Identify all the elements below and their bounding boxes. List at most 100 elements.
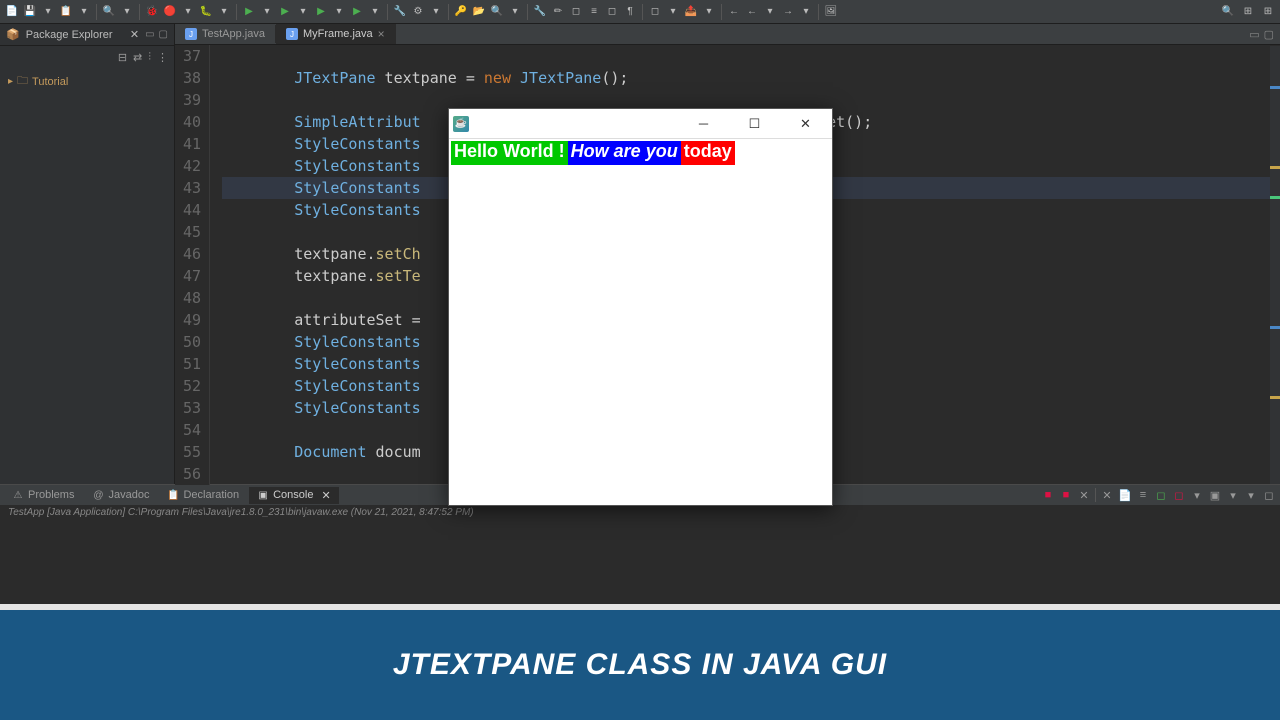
tree-item-tutorial[interactable]: ▸ 🗀 Tutorial xyxy=(8,72,166,91)
toolbar-icon[interactable]: ≡ xyxy=(586,4,602,20)
ruler-mark[interactable] xyxy=(1270,396,1280,399)
toolbar-icon[interactable]: 🐛 xyxy=(198,4,214,20)
console-toolbar-icon[interactable]: ✕ xyxy=(1077,488,1091,502)
toolbar-icon[interactable]: ▾ xyxy=(762,4,778,20)
toolbar-icon[interactable]: 🔍 xyxy=(101,4,117,20)
toolbar-icon[interactable]: ▾ xyxy=(665,4,681,20)
java-app-window[interactable]: ☕ ─ ☐ ✕ Hello World !How are youtoday xyxy=(448,108,833,506)
console-toolbar-icon[interactable]: ✕ xyxy=(1100,488,1114,502)
link-editor-icon[interactable]: ⇄ xyxy=(133,51,142,64)
toolbar-icon[interactable]: ▾ xyxy=(701,4,717,20)
toolbar-icon[interactable]: ◻ xyxy=(647,4,663,20)
toolbar-icon[interactable]: 📋 xyxy=(58,4,74,20)
declaration-icon: 📋 xyxy=(167,489,179,501)
java-file-icon: J xyxy=(286,28,298,40)
toolbar-icon[interactable]: ▶ xyxy=(349,4,365,20)
toolbar-icon[interactable]: ← xyxy=(744,4,760,20)
ruler-mark[interactable] xyxy=(1270,196,1280,199)
code-line[interactable] xyxy=(222,45,1280,67)
toolbar-icon[interactable]: ⚙ xyxy=(410,4,426,20)
toolbar-icon[interactable]: 📂 xyxy=(471,4,487,20)
toolbar-icon[interactable]: 💾 xyxy=(22,4,38,20)
toolbar-icon[interactable]: ▾ xyxy=(367,4,383,20)
toolbar-icon[interactable]: ▾ xyxy=(76,4,92,20)
sidebar-close-icon[interactable]: ✕ xyxy=(130,28,139,41)
toolbar-icon[interactable]: ▾ xyxy=(428,4,444,20)
toolbar-icon[interactable]: 🔍 xyxy=(489,4,505,20)
bottom-tab-label: Problems xyxy=(28,489,74,501)
editor-tab[interactable]: JTestApp.java xyxy=(175,25,276,43)
toolbar-icon[interactable]: ◻ xyxy=(568,4,584,20)
toolbar-icon[interactable]: ▶ xyxy=(241,4,257,20)
toolbar-icon[interactable]: 🖼 xyxy=(823,4,839,20)
toolbar-right-icon[interactable]: ⊞ xyxy=(1240,4,1256,20)
toolbar-icon[interactable]: ▾ xyxy=(259,4,275,20)
toolbar-icon[interactable]: ¶ xyxy=(622,4,638,20)
toolbar-icon[interactable]: 📤 xyxy=(683,4,699,20)
toolbar-right-icon[interactable]: 🔍 xyxy=(1220,4,1236,20)
editor-menu-icon[interactable]: ▢ xyxy=(1264,28,1274,41)
package-icon: 📦 xyxy=(6,28,20,41)
maximize-button[interactable]: ☐ xyxy=(732,110,777,138)
console-toolbar-icon[interactable]: ◻ xyxy=(1172,488,1186,502)
ruler-mark[interactable] xyxy=(1270,326,1280,329)
sidebar-min-icon[interactable]: ▢ xyxy=(159,29,168,40)
toolbar-icon[interactable]: ▾ xyxy=(331,4,347,20)
console-icon: ▣ xyxy=(257,489,269,501)
toolbar-icon[interactable]: ▾ xyxy=(295,4,311,20)
close-button[interactable]: ✕ xyxy=(783,110,828,138)
console-toolbar-icon[interactable]: ▾ xyxy=(1190,488,1204,502)
console-toolbar-icon[interactable]: ▾ xyxy=(1226,488,1240,502)
ruler-mark[interactable] xyxy=(1270,86,1280,89)
toolbar-icon[interactable]: 🐞 xyxy=(144,4,160,20)
editor-tab[interactable]: JMyFrame.java× xyxy=(276,24,396,44)
maximize-editor-icon[interactable]: ▭ xyxy=(1249,28,1259,41)
toolbar-icon[interactable]: 📄 xyxy=(4,4,20,20)
toolbar-icon[interactable]: 🔴 xyxy=(162,4,178,20)
toolbar-icon[interactable]: ◻ xyxy=(604,4,620,20)
console-output[interactable] xyxy=(0,521,1280,604)
console-toolbar-icon[interactable]: ≡ xyxy=(1136,488,1150,502)
toolbar-icon[interactable]: ▾ xyxy=(216,4,232,20)
toolbar-icon[interactable]: 🔧 xyxy=(392,4,408,20)
view-menu-icon[interactable]: ⋮ xyxy=(157,51,168,64)
bottom-tab-console[interactable]: ▣Console✕ xyxy=(249,487,339,504)
app-titlebar[interactable]: ☕ ─ ☐ ✕ xyxy=(449,109,832,139)
toolbar-icon[interactable]: ▾ xyxy=(180,4,196,20)
console-toolbar-icon[interactable]: ■ xyxy=(1041,488,1055,502)
filter-icon[interactable]: ⫶ xyxy=(148,51,151,64)
code-line[interactable]: JTextPane textpane = new JTextPane(); xyxy=(222,67,1280,89)
toolbar-icon[interactable]: ▾ xyxy=(798,4,814,20)
toolbar-right-icon[interactable]: ⊞ xyxy=(1260,4,1276,20)
console-toolbar-icon[interactable]: ▣ xyxy=(1208,488,1222,502)
toolbar-icon[interactable]: ▾ xyxy=(507,4,523,20)
btab-close-icon[interactable]: ✕ xyxy=(321,489,330,502)
expand-icon[interactable]: ▸ xyxy=(8,76,13,87)
toolbar-icon[interactable]: 🔑 xyxy=(453,4,469,20)
toolbar-icon[interactable]: ← xyxy=(726,4,742,20)
bottom-tab-declaration[interactable]: 📋 Declaration xyxy=(159,487,247,503)
toolbar-icon[interactable]: ▾ xyxy=(40,4,56,20)
console-toolbar-icon[interactable]: ■ xyxy=(1059,488,1073,502)
toolbar-icon[interactable]: 🔧 xyxy=(532,4,548,20)
toolbar-icon[interactable]: → xyxy=(780,4,796,20)
console-toolbar-icon[interactable]: ▾ xyxy=(1244,488,1258,502)
project-tree[interactable]: ▸ 🗀 Tutorial xyxy=(0,68,174,95)
toolbar-icon[interactable]: ▾ xyxy=(119,4,135,20)
console-toolbar-icon[interactable]: ◻ xyxy=(1154,488,1168,502)
bottom-tab-javadoc[interactable]: @Javadoc xyxy=(84,487,157,503)
ruler-mark[interactable] xyxy=(1270,166,1280,169)
console-toolbar-icon[interactable]: ◻ xyxy=(1262,488,1276,502)
toolbar-icon[interactable]: ▶ xyxy=(277,4,293,20)
bottom-tab-problems[interactable]: ⚠Problems xyxy=(4,487,82,503)
toolbar-icon[interactable]: ✏ xyxy=(550,4,566,20)
jtextpane-content[interactable]: Hello World !How are youtoday xyxy=(451,141,830,165)
tab-close-icon[interactable]: × xyxy=(378,27,385,41)
collapse-all-icon[interactable]: ⊟ xyxy=(118,51,127,64)
toolbar-icon[interactable]: ▶ xyxy=(313,4,329,20)
sidebar-minimize-icon[interactable]: ▭ xyxy=(145,29,154,40)
minimize-button[interactable]: ─ xyxy=(681,110,726,138)
overview-ruler[interactable] xyxy=(1270,46,1280,484)
bottom-tab-label: Declaration xyxy=(183,489,239,501)
console-toolbar-icon[interactable]: 📄 xyxy=(1118,488,1132,502)
